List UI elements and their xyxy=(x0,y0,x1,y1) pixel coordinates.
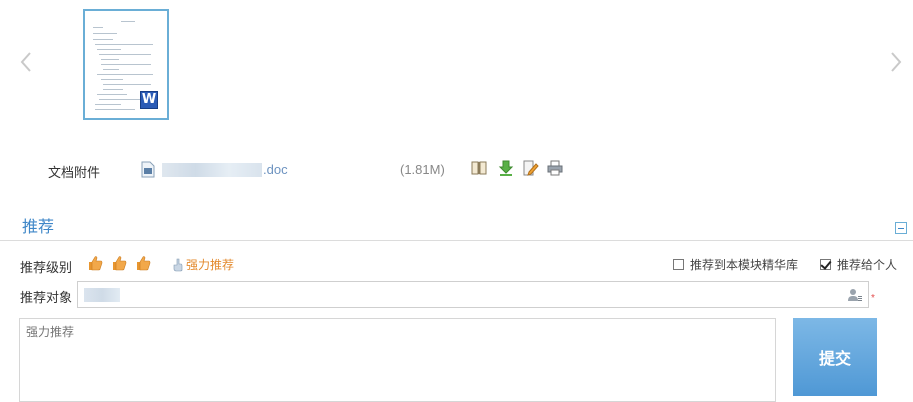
carousel-next-button[interactable] xyxy=(884,42,908,82)
checkbox-module-label: 推荐到本模块精华库 xyxy=(690,258,799,272)
word-doc-icon: W xyxy=(140,91,158,109)
download-icon[interactable] xyxy=(497,159,515,177)
attachment-size: (1.81M) xyxy=(400,162,445,177)
submit-button[interactable]: 提交 xyxy=(793,318,877,396)
checkbox-personal[interactable]: 推荐给个人 xyxy=(820,256,897,273)
thumbnail-page: W xyxy=(91,17,161,112)
strong-recommend-label: 强力推荐 xyxy=(186,258,235,272)
target-value-redacted xyxy=(84,288,120,302)
checkbox[interactable] xyxy=(820,259,831,270)
chevron-left-icon xyxy=(20,52,31,72)
thumbs-up-icon[interactable] xyxy=(87,255,103,271)
recommend-comment-textarea[interactable] xyxy=(19,318,776,402)
required-marker: * xyxy=(871,293,875,304)
thumbs-up-icon[interactable] xyxy=(135,255,151,271)
attachment-filename-ext[interactable]: .doc xyxy=(263,162,288,177)
chevron-right-icon xyxy=(891,52,902,72)
section-title-recommend: 推荐 xyxy=(22,219,55,236)
recommend-target-field[interactable] xyxy=(77,281,869,308)
checkbox[interactable] xyxy=(673,259,684,270)
strong-recommend-link[interactable]: 强力推荐 xyxy=(173,256,234,273)
section-divider xyxy=(0,240,913,241)
recommend-level-label: 推荐级别 xyxy=(20,260,73,275)
checkbox-module-essence[interactable]: 推荐到本模块精华库 xyxy=(673,256,798,273)
attachment-label: 文档附件 xyxy=(48,165,101,180)
thumbs-up-icon[interactable] xyxy=(111,255,127,271)
collapse-button[interactable] xyxy=(895,222,907,234)
pointing-hand-icon xyxy=(173,258,183,271)
attachment-filename-redacted[interactable] xyxy=(162,163,262,177)
document-thumbnail[interactable]: W xyxy=(83,9,169,120)
user-picker-icon[interactable] xyxy=(847,287,863,303)
recommend-target-label: 推荐对象 xyxy=(20,290,73,305)
checkbox-personal-label: 推荐给个人 xyxy=(837,258,898,272)
carousel-prev-button[interactable] xyxy=(14,42,38,82)
book-icon[interactable] xyxy=(470,159,488,177)
print-icon[interactable] xyxy=(546,159,564,177)
edit-icon[interactable] xyxy=(521,159,539,177)
doc-file-icon xyxy=(141,161,155,178)
